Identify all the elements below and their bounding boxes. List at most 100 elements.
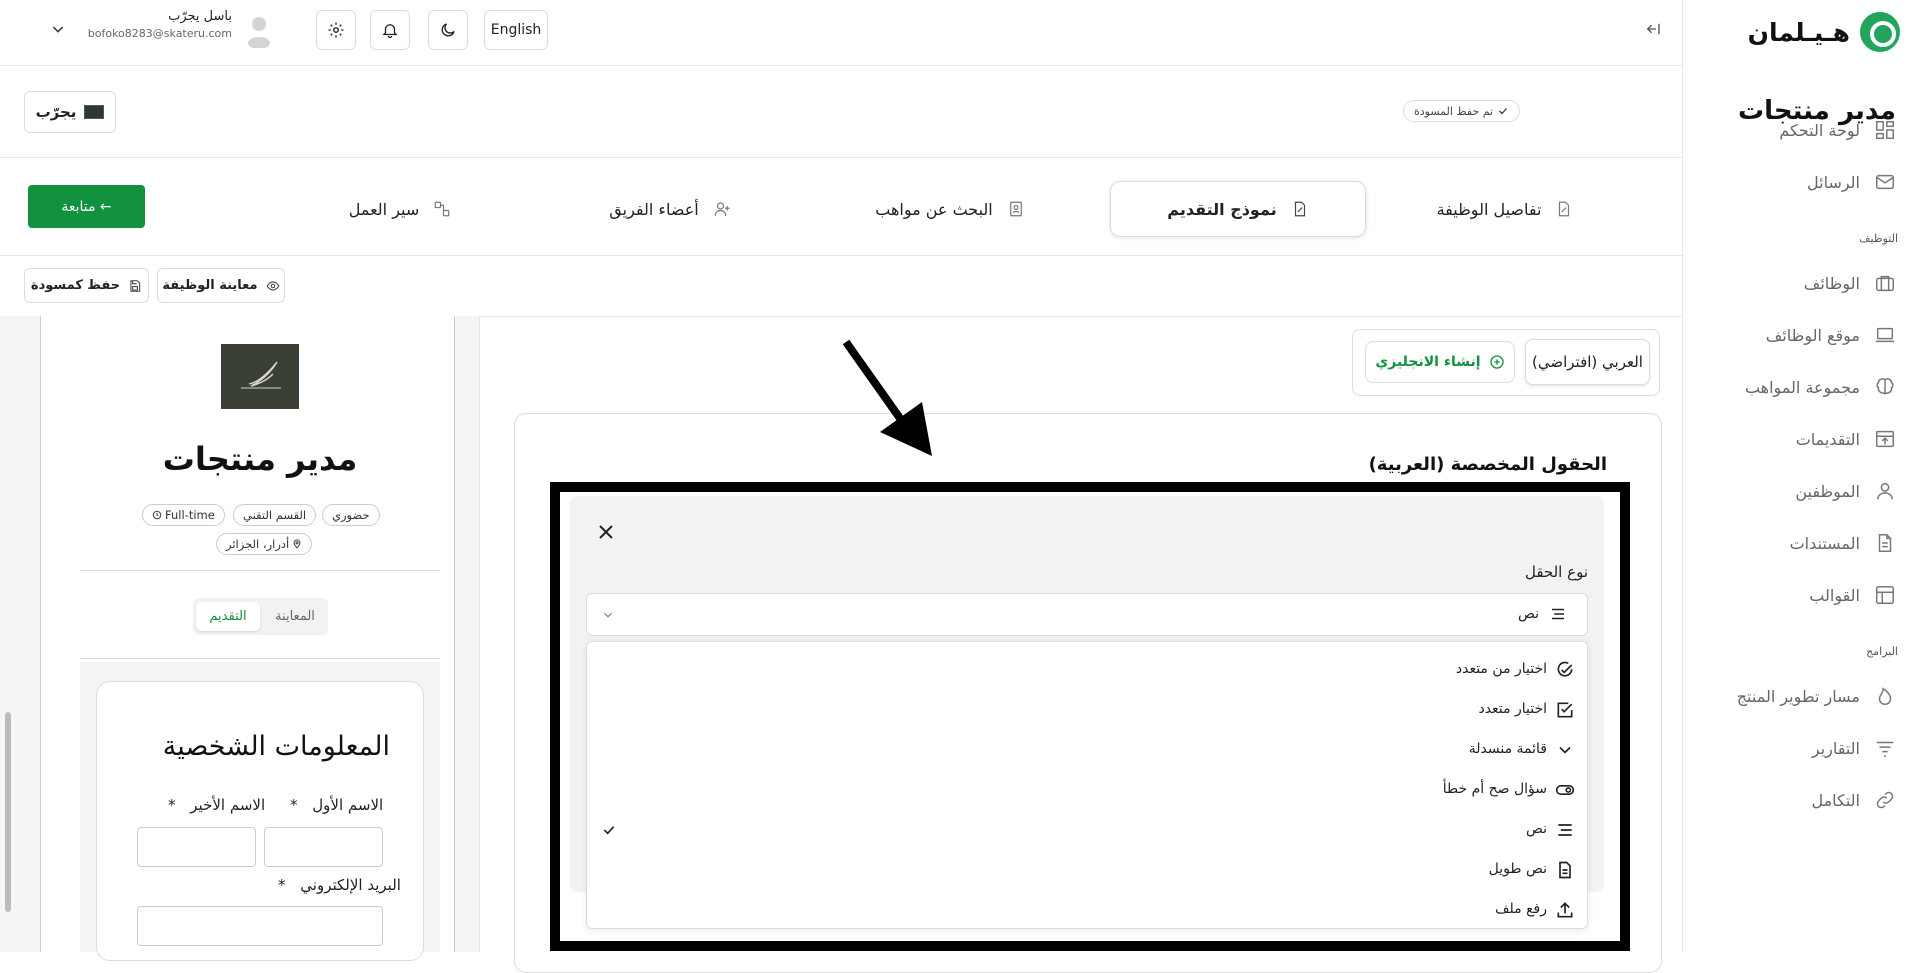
preview-scrollbar[interactable]: [5, 712, 11, 912]
sidebar-item-reports[interactable]: التقارير: [1682, 728, 1920, 768]
notifications-button[interactable]: [370, 10, 410, 50]
avatar[interactable]: [246, 14, 272, 48]
tab-label: سير العمل: [348, 199, 420, 219]
sidebar-item-integrations[interactable]: التكامل: [1682, 780, 1920, 820]
create-english-button[interactable]: إنشاء الانجليزي: [1365, 341, 1515, 383]
brand-logo[interactable]: هـيـلمان: [1748, 12, 1900, 52]
tab-apply[interactable]: التقديم: [196, 602, 260, 631]
square-check-icon: [1555, 700, 1575, 720]
option-label: اختيار متعدد: [1478, 701, 1547, 717]
preview-section-title: المعلومات الشخصية: [162, 731, 390, 762]
sidebar-item-templates[interactable]: القوالب: [1682, 575, 1920, 615]
tag-department: القسم التقني: [233, 504, 317, 526]
option-checkboxes[interactable]: اختيار متعدد: [587, 690, 1587, 730]
sidebar-section-programs: البرامج: [1866, 645, 1898, 658]
sidebar-item-jobs[interactable]: الوظائف: [1682, 263, 1920, 303]
text-lines-icon: [1552, 608, 1564, 620]
option-label: قائمة منسدلة: [1468, 741, 1547, 757]
collapse-sidebar-icon[interactable]: [1644, 20, 1662, 38]
chevron-down-icon: [604, 612, 612, 618]
sidebar-item-product-roadmap[interactable]: مسار تطوير المنتج: [1682, 676, 1920, 716]
link-icon: [1876, 791, 1894, 809]
email-field[interactable]: [137, 906, 383, 946]
brain-icon: [1876, 378, 1894, 395]
language-default-button[interactable]: العربي (افتراضي): [1525, 339, 1650, 385]
user-plus-icon: [714, 202, 730, 216]
option-label: نص طويل: [1488, 861, 1547, 877]
sidebar-item-messages[interactable]: الرسائل: [1682, 162, 1920, 202]
circle-check-icon: [1555, 660, 1575, 680]
option-text[interactable]: نص: [587, 810, 1587, 850]
draft-status-text: تم حفظ المسودة: [1414, 104, 1494, 118]
field-type-selected: نص: [1518, 605, 1567, 623]
tab-talent-search[interactable]: البحث عن مواهب: [820, 181, 1080, 237]
sidebar-item-label: الموظفين: [1795, 481, 1860, 501]
sidebar-item-applications[interactable]: التقديمات: [1682, 419, 1920, 459]
tab-label: نموذج التقديم: [1167, 199, 1277, 219]
filter-lines-icon: [1876, 741, 1894, 757]
custom-fields-title: الحقول المخصصة (العربية): [1368, 454, 1607, 475]
option-dropdown[interactable]: قائمة منسدلة: [587, 730, 1587, 770]
edit-doc-icon: [1294, 201, 1305, 217]
tab-preview[interactable]: المعاينة: [265, 602, 325, 631]
moon-icon: [441, 23, 455, 37]
company-switch-button[interactable]: يجرّب: [24, 91, 116, 133]
gear-icon: [328, 22, 344, 38]
save-draft-button[interactable]: حفظ كمسودة: [24, 268, 149, 303]
company-name: يجرّب: [35, 103, 77, 121]
first-name-field[interactable]: [264, 827, 383, 867]
last-name-label: الاسم الأخير *: [168, 796, 266, 814]
field-type-select[interactable]: نص: [586, 593, 1588, 636]
settings-button[interactable]: [316, 10, 356, 50]
user-menu-chevron-icon[interactable]: [50, 21, 66, 37]
sidebar-item-employees[interactable]: الموظفين: [1682, 471, 1920, 511]
option-label: رفع ملف: [1495, 901, 1547, 917]
sidebar: هـيـلمان لوحة التحكم الرسائل التوظيف الو…: [1682, 0, 1920, 952]
create-english-label: إنشاء الانجليزي: [1375, 354, 1481, 370]
sidebar-item-careers-site[interactable]: موقع الوظائف: [1682, 315, 1920, 355]
selected-check-icon: [601, 822, 617, 838]
last-name-field[interactable]: [137, 827, 256, 867]
email-label: البريد الإلكتروني *: [278, 876, 401, 894]
preview-job-button[interactable]: معاينة الوظيفة: [157, 268, 285, 303]
plus-circle-icon: [1489, 355, 1504, 369]
tab-team-members[interactable]: أعضاء الفريق: [540, 181, 800, 237]
eye-icon: [266, 280, 280, 291]
option-true-false[interactable]: سؤال صح أم خطأ: [587, 770, 1587, 810]
tab-job-details[interactable]: تفاصيل الوظيفة: [1360, 181, 1650, 237]
first-name-label: الاسم الأول *: [290, 796, 384, 814]
dark-mode-button[interactable]: [428, 10, 468, 50]
sidebar-item-talent-pool[interactable]: مجموعة المواهب: [1682, 367, 1920, 407]
language-button[interactable]: English: [484, 10, 548, 50]
save-icon: [130, 279, 141, 292]
preview-job-title: مدير منتجات: [162, 440, 358, 478]
sidebar-item-documents[interactable]: المستندات: [1682, 523, 1920, 563]
file-text-icon: [1555, 860, 1575, 880]
sidebar-item-label: مسار تطوير المنتج: [1736, 686, 1860, 706]
tab-application-form[interactable]: نموذج التقديم: [1110, 181, 1366, 237]
user-icon: [1876, 482, 1894, 500]
continue-button[interactable]: متابعة ←: [28, 185, 145, 228]
sidebar-item-label: التقديمات: [1795, 429, 1860, 449]
draft-status-badge: تم حفظ المسودة: [1403, 100, 1521, 122]
inbox-upload-icon: [1876, 430, 1894, 448]
tab-label: تفاصيل الوظيفة: [1436, 199, 1542, 219]
job-company-logo: [221, 344, 299, 409]
user-info[interactable]: باسل يجرّب bofoko8283@skateru.com: [80, 9, 232, 40]
tab-workflow[interactable]: سير العمل: [280, 181, 520, 237]
chevron-down-icon: [1555, 740, 1575, 760]
laptop-icon: [1875, 327, 1895, 343]
tag-location: أدرار، الجزائر: [216, 533, 313, 555]
divider: [80, 570, 440, 571]
option-file-upload[interactable]: رفع ملف: [587, 890, 1587, 930]
template-icon: [1876, 586, 1894, 604]
divider: [80, 658, 440, 659]
clock-icon: [152, 510, 162, 520]
sidebar-item-label: الرسائل: [1807, 172, 1860, 192]
option-long-text[interactable]: نص طويل: [587, 850, 1587, 890]
preview-job-label: معاينة الوظيفة: [162, 278, 258, 293]
option-multiple-choice[interactable]: اختيار من متعدد: [587, 650, 1587, 690]
tag-onsite: حضوري: [322, 504, 380, 526]
sidebar-item-label: الوظائف: [1803, 273, 1860, 293]
close-button[interactable]: [594, 520, 618, 544]
